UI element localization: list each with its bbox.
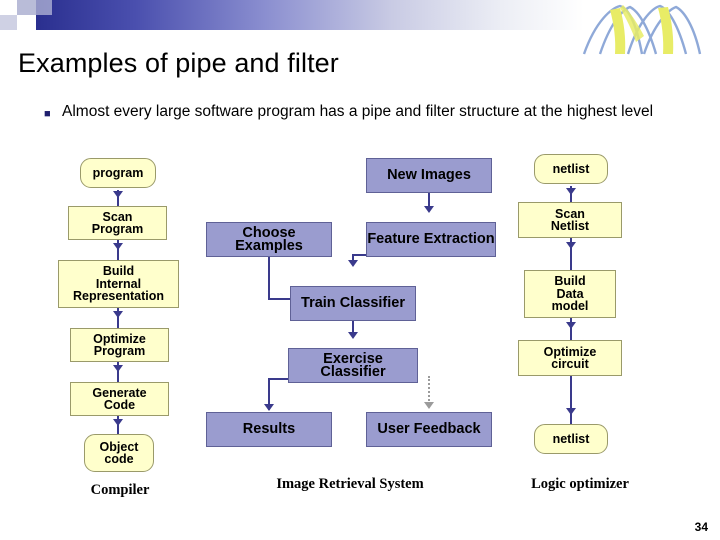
- node-label: Generate Code: [92, 385, 147, 412]
- node-generate-code: Generate Code: [70, 382, 169, 416]
- institution-logo-icon: [576, 2, 706, 58]
- node-label: Optimize circuit: [543, 344, 597, 371]
- header-square-4: [17, 15, 36, 30]
- node-label: Train Classifier: [301, 295, 405, 312]
- header-square-1: [0, 0, 17, 15]
- page-title: Examples of pipe and filter: [18, 48, 339, 78]
- node-label: New Images: [387, 167, 471, 184]
- arrow-icon: [348, 260, 358, 267]
- node-new-images: New Images: [366, 158, 492, 193]
- node-label: Object code: [99, 439, 139, 466]
- node-exercise-classifier: Exercise Classifier: [288, 348, 418, 383]
- node-optimize-program: Optimize Program: [70, 328, 169, 362]
- node-label: User Feedback: [377, 421, 481, 438]
- node-label: Choose Examples: [235, 225, 303, 254]
- node-scan-program: Scan Program: [68, 206, 167, 240]
- caption-logic-optimizer: Logic optimizer: [531, 476, 629, 492]
- node-label: program: [92, 165, 144, 180]
- node-train-classifier: Train Classifier: [290, 286, 416, 321]
- arrow-icon: [113, 311, 123, 318]
- node-netlist-input: netlist: [534, 154, 608, 184]
- arrow-icon: [113, 191, 123, 198]
- node-label: Scan Netlist: [550, 206, 590, 233]
- node-label: Scan Program: [91, 209, 144, 236]
- arrow-icon: [424, 402, 434, 409]
- arrow-icon: [348, 332, 358, 339]
- arrow-icon: [566, 322, 576, 329]
- arrow-icon: [566, 242, 576, 249]
- node-label: Results: [242, 421, 296, 438]
- header-square-3: [0, 15, 17, 30]
- node-build-internal-representation: Build Internal Representation: [58, 260, 179, 308]
- arrow-icon: [424, 206, 434, 213]
- irs-connector-feedback-dashed: [428, 376, 430, 404]
- node-program: program: [80, 158, 156, 188]
- node-build-data-model: Build Data model: [524, 270, 616, 318]
- header-square-2: [17, 0, 36, 15]
- pipe-and-filter-diagram: program Scan Program Build Internal Repr…: [0, 146, 720, 516]
- bullet-marker-icon: ■: [44, 108, 51, 120]
- node-object-code: Object code: [84, 434, 154, 472]
- node-netlist-output: netlist: [534, 424, 608, 454]
- node-optimize-circuit: Optimize circuit: [518, 340, 622, 376]
- node-user-feedback: User Feedback: [366, 412, 492, 447]
- bullet-text: Almost every large software program has …: [62, 103, 654, 120]
- arrow-icon: [113, 365, 123, 372]
- node-feature-extraction: Feature Extraction: [366, 222, 496, 257]
- arrow-icon: [264, 404, 274, 411]
- node-label: netlist: [552, 161, 590, 176]
- page-number: 34: [694, 520, 708, 534]
- node-label: Build Data model: [551, 274, 589, 314]
- caption-image-retrieval-system: Image Retrieval System: [276, 476, 424, 492]
- header-square-accent: [36, 0, 52, 15]
- node-label: Exercise Classifier: [320, 351, 386, 380]
- arrow-icon: [566, 408, 576, 415]
- arrow-icon: [113, 243, 123, 250]
- node-label: netlist: [552, 431, 590, 446]
- bullet-item: ■ Almost every large software program ha…: [44, 102, 694, 124]
- arrow-icon: [113, 419, 123, 426]
- node-label: Build Internal Representation: [73, 264, 164, 304]
- node-scan-netlist: Scan Netlist: [518, 202, 622, 238]
- header-gradient-bar: [36, 0, 584, 30]
- arrow-icon: [566, 188, 576, 195]
- node-results: Results: [206, 412, 332, 447]
- node-label: Feature Extraction: [367, 231, 495, 248]
- caption-compiler: Compiler: [90, 482, 150, 498]
- node-label: Optimize Program: [93, 331, 146, 358]
- node-choose-examples: Choose Examples: [206, 222, 332, 257]
